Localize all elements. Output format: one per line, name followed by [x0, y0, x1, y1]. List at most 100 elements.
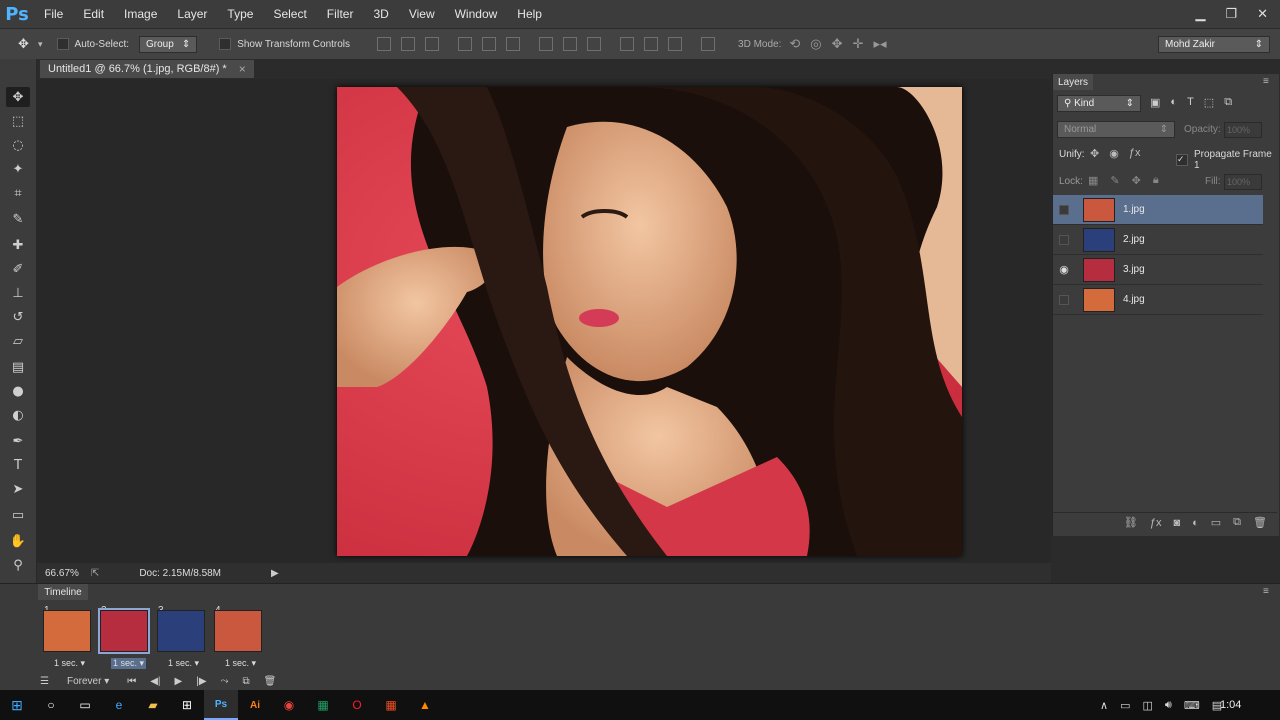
unify-style-icon[interactable]: ƒx: [1129, 147, 1141, 160]
3d-rotate-icon[interactable]: ⟲: [789, 36, 800, 52]
blend-mode-dropdown[interactable]: Normal ⇕: [1057, 121, 1175, 138]
link-layers-icon[interactable]: ⛓: [1124, 516, 1138, 529]
keyboard-icon[interactable]: ⌨: [1184, 699, 1200, 712]
align-right-icon[interactable]: [506, 37, 521, 51]
timeline-frame-3[interactable]: 3 1 sec. ▾: [154, 604, 206, 672]
menu-image[interactable]: Image: [114, 0, 167, 28]
office-icon[interactable]: ▦: [374, 690, 408, 720]
auto-align-icon[interactable]: [701, 37, 716, 51]
hand-tool-icon[interactable]: ✋: [6, 531, 30, 551]
3d-slide-icon[interactable]: ✛: [853, 36, 864, 52]
align-hcenter-icon[interactable]: [482, 37, 497, 51]
document-tab[interactable]: Untitled1 @ 66.7% (1.jpg, RGB/8#) * ×: [40, 60, 254, 78]
lock-transparent-icon[interactable]: ▦: [1088, 174, 1098, 187]
distribute-left-icon[interactable]: [620, 37, 635, 51]
gradient-tool-icon[interactable]: ▤: [6, 357, 30, 377]
filter-shape-icon[interactable]: ⬚: [1204, 96, 1214, 109]
close-document-icon[interactable]: ×: [239, 62, 246, 76]
zoom-level[interactable]: 66.67%: [45, 568, 79, 579]
panel-menu-icon[interactable]: ≡: [1263, 76, 1269, 87]
auto-select-target-dropdown[interactable]: Group ⇕: [139, 35, 198, 53]
filter-adjustment-icon[interactable]: ◐: [1170, 96, 1177, 109]
distribute-right-icon[interactable]: [668, 37, 683, 51]
menu-view[interactable]: View: [399, 0, 445, 28]
clone-stamp-tool-icon[interactable]: ⊥: [6, 283, 30, 303]
network-icon[interactable]: ◫: [1142, 699, 1152, 712]
vlc-icon[interactable]: ▲: [408, 690, 442, 720]
add-mask-icon[interactable]: ◙: [1173, 517, 1180, 529]
fill-field[interactable]: 100%: [1224, 174, 1262, 190]
move-tool-icon[interactable]: ✥: [6, 87, 30, 107]
layer-row-1[interactable]: 1.jpg: [1053, 195, 1263, 225]
eyedropper-tool-icon[interactable]: ✎: [6, 209, 30, 229]
layer-row-2[interactable]: 2.jpg: [1053, 225, 1263, 255]
canvas-image[interactable]: [337, 87, 962, 556]
tool-preset-chevron-icon[interactable]: ▾: [38, 39, 43, 50]
pen-tool-icon[interactable]: ✒: [6, 431, 30, 451]
menu-type[interactable]: Type: [217, 0, 263, 28]
healing-brush-tool-icon[interactable]: ✚: [6, 235, 30, 255]
unify-position-icon[interactable]: ✥: [1090, 147, 1099, 160]
restore-button[interactable]: ❐: [1225, 6, 1237, 22]
layer-row-3[interactable]: ◉ 3.jpg: [1053, 255, 1263, 285]
align-left-icon[interactable]: [458, 37, 473, 51]
layers-panel-tab[interactable]: Layers: [1053, 74, 1093, 90]
task-view-icon[interactable]: ▭: [68, 690, 102, 720]
menu-edit[interactable]: Edit: [73, 0, 114, 28]
convert-to-video-icon[interactable]: ☰: [40, 676, 49, 687]
search-icon[interactable]: ○: [34, 690, 68, 720]
photoshop-taskbar-icon[interactable]: Ps: [204, 690, 238, 720]
layer-name[interactable]: 4.jpg: [1123, 294, 1145, 305]
menu-window[interactable]: Window: [445, 0, 508, 28]
timeline-frame-1[interactable]: 1 1 sec. ▾: [40, 604, 92, 672]
delete-frame-icon[interactable]: 🗑︎: [264, 676, 277, 687]
filter-type-icon[interactable]: T: [1187, 96, 1194, 109]
first-frame-icon[interactable]: ⏮: [127, 676, 136, 687]
menu-file[interactable]: File: [34, 0, 73, 28]
lock-position-icon[interactable]: ✥: [1132, 174, 1141, 187]
zoom-tool-icon[interactable]: ⚲: [6, 555, 30, 575]
close-button[interactable]: ✕: [1257, 6, 1268, 22]
lasso-tool-icon[interactable]: ◌: [6, 135, 30, 155]
filter-smart-object-icon[interactable]: ⧉: [1224, 96, 1232, 109]
move-tool-icon[interactable]: ✥: [18, 36, 38, 52]
store-icon[interactable]: ⊞: [170, 690, 204, 720]
3d-scale-icon[interactable]: ▸◂: [873, 36, 886, 52]
battery-icon[interactable]: ▭: [1120, 699, 1130, 712]
menu-filter[interactable]: Filter: [317, 0, 364, 28]
play-icon[interactable]: ▶: [175, 676, 183, 687]
frame-delay[interactable]: 1 sec. ▾: [54, 658, 85, 669]
excel-icon[interactable]: ▦: [306, 690, 340, 720]
layer-name[interactable]: 3.jpg: [1123, 264, 1145, 275]
type-tool-icon[interactable]: T: [6, 455, 30, 475]
new-adjustment-icon[interactable]: ◐: [1192, 517, 1199, 529]
marquee-tool-icon[interactable]: ⬚: [6, 111, 30, 131]
status-menu-arrow-icon[interactable]: ▶: [271, 568, 279, 579]
layer-style-icon[interactable]: ƒx: [1150, 517, 1162, 529]
unify-visibility-icon[interactable]: ◉: [1109, 147, 1119, 160]
eye-icon[interactable]: ◉: [1053, 255, 1075, 284]
clock[interactable]: 1:04: [1220, 699, 1241, 711]
chrome-icon[interactable]: ◉: [272, 690, 306, 720]
workspace-dropdown[interactable]: Mohd Zakir ⇕: [1158, 35, 1270, 53]
opacity-field[interactable]: 100%: [1224, 122, 1262, 138]
minimize-button[interactable]: ▁: [1195, 6, 1205, 22]
new-group-icon[interactable]: ▭: [1211, 516, 1221, 529]
blur-tool-icon[interactable]: ●: [6, 381, 30, 401]
export-icon[interactable]: ⇱: [91, 568, 99, 579]
loop-dropdown[interactable]: Forever ▾: [62, 675, 114, 687]
menu-3d[interactable]: 3D: [363, 0, 398, 28]
tray-chevron-icon[interactable]: ∧: [1100, 699, 1108, 712]
timeline-frame-4[interactable]: 4 1 sec. ▾: [211, 604, 263, 672]
rectangle-tool-icon[interactable]: ▭: [6, 505, 30, 525]
3d-pan-icon[interactable]: ✥: [832, 36, 843, 52]
layer-name[interactable]: 2.jpg: [1123, 234, 1145, 245]
dodge-tool-icon[interactable]: ◐: [6, 405, 30, 425]
timeline-panel-tab[interactable]: Timeline: [38, 584, 88, 600]
distribute-hcenter-icon[interactable]: [644, 37, 659, 51]
menu-select[interactable]: Select: [263, 0, 316, 28]
frame-delay[interactable]: 1 sec. ▾: [225, 658, 256, 669]
menu-help[interactable]: Help: [507, 0, 552, 28]
eraser-tool-icon[interactable]: ▱: [6, 331, 30, 351]
delete-layer-icon[interactable]: 🗑︎: [1253, 516, 1267, 529]
